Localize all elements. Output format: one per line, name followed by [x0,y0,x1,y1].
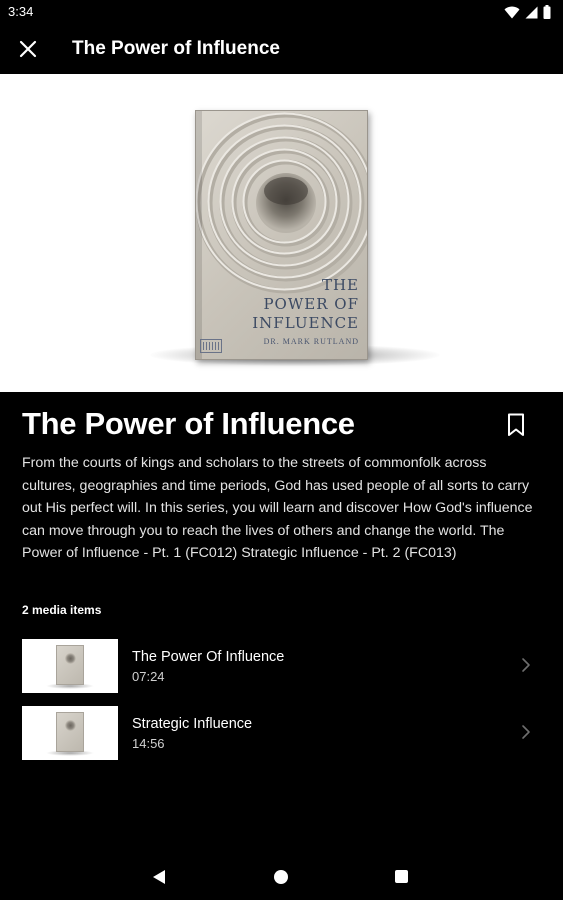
media-item[interactable]: The Power Of Influence 07:24 [0,639,563,697]
app-bar: The Power of Influence [0,24,563,74]
close-button[interactable] [14,35,42,63]
thumbnail-cover [56,645,84,685]
bookmark-icon [508,413,524,436]
series-title: The Power of Influence [22,406,355,441]
thumbnail-cover [56,712,84,752]
media-title: Strategic Influence [132,716,253,732]
media-duration: 07:24 [132,669,165,684]
chevron-right-icon [518,722,534,742]
recents-icon[interactable] [395,870,408,883]
signal-icon [525,6,538,18]
app-bar-title: The Power of Influence [72,38,280,59]
bookmark-button[interactable] [502,411,530,439]
cover-logo [200,339,222,353]
back-icon[interactable] [152,869,166,885]
cover-title: THE POWER OF INFLUENCE [252,276,359,333]
media-count: 2 media items [22,603,102,617]
status-time: 3:34 [8,4,34,19]
close-icon [19,40,37,58]
series-description: From the courts of kings and scholars to… [22,455,533,562]
series-cover-banner: THE POWER OF INFLUENCE DR. MARK RUTLAND [0,74,563,392]
system-nav-bar [0,852,563,900]
media-thumbnail [22,706,118,760]
cover-title-line: INFLUENCE [252,314,359,332]
media-title: The Power Of Influence [132,649,285,665]
wifi-icon [504,6,520,18]
chevron-right-icon [518,655,534,675]
cover-spine [196,111,202,359]
status-bar: 3:34 [0,0,563,24]
cover-title-line: THE [321,276,359,294]
home-icon[interactable] [274,870,288,884]
battery-icon [543,5,551,19]
media-thumbnail [22,639,118,693]
cover-image: THE POWER OF INFLUENCE DR. MARK RUTLAND [195,110,368,360]
cover-author: DR. MARK RUTLAND [263,337,359,346]
media-item[interactable]: Strategic Influence 14:56 [0,706,563,764]
media-duration: 14:56 [132,736,165,751]
cover-title-line: POWER OF [263,295,359,313]
status-icons [504,5,551,19]
